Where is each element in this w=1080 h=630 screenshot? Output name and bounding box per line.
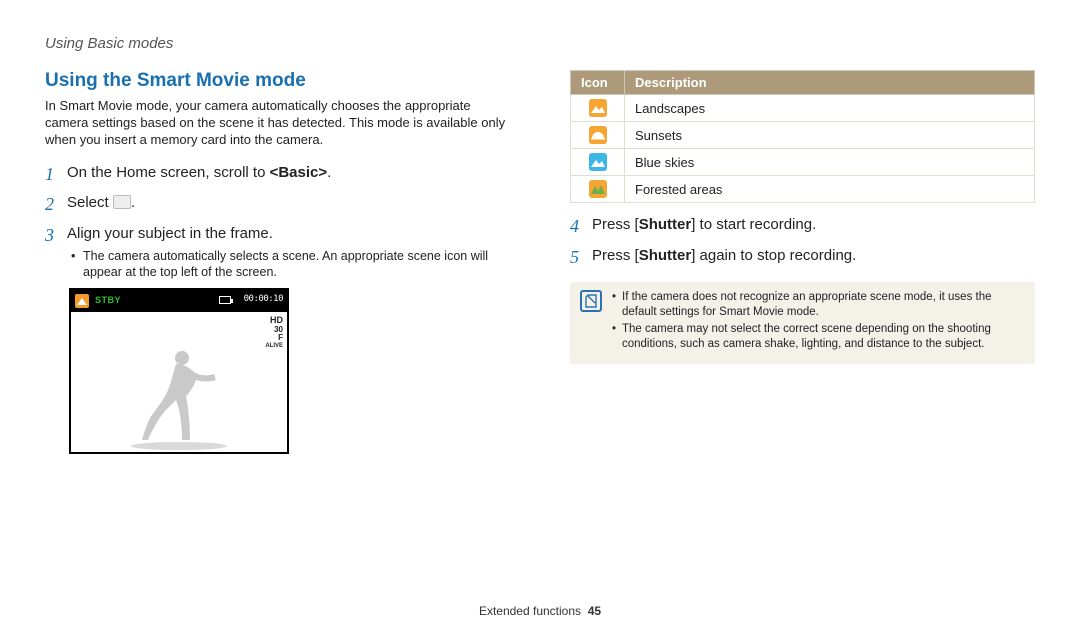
intro-paragraph: In Smart Movie mode, your camera automat…	[45, 98, 510, 149]
table-head-icon: Icon	[571, 71, 625, 95]
two-column-layout: Using the Smart Movie mode In Smart Movi…	[45, 70, 1035, 454]
left-column: Using the Smart Movie mode In Smart Movi…	[45, 70, 510, 454]
scene-icon-table: Icon Description Landscapes	[570, 70, 1035, 203]
step-4: 4 Press [Shutter] to start recording.	[570, 215, 1035, 238]
step-text-pre: Press [	[592, 216, 639, 233]
step-subitem: The camera automatically selects a scene…	[71, 248, 510, 281]
note-list: If the camera does not recognize an appr…	[612, 290, 1025, 354]
note-icon	[580, 290, 602, 312]
step-3: 3 Align your subject in the frame. The c…	[45, 224, 510, 281]
step-text: Select .	[67, 193, 135, 216]
hd-indicator: HD 30 F ALIVE	[265, 316, 283, 349]
table-head-description: Description	[625, 71, 1035, 95]
icon-cell	[571, 176, 625, 203]
footer-section-label: Extended functions	[479, 604, 581, 618]
table-row: Sunsets	[571, 122, 1035, 149]
section-heading: Using the Smart Movie mode	[45, 70, 510, 92]
step-text-pre: Press [	[592, 247, 639, 264]
icon-cell	[571, 95, 625, 122]
scene-icon-glyph	[77, 298, 87, 305]
step-text: Press [Shutter] again to stop recording.	[592, 246, 856, 269]
step-number: 1	[45, 163, 67, 186]
step-text-post: ] again to stop recording.	[691, 247, 856, 264]
step-list-left: 1 On the Home screen, scroll to <Basic>.…	[45, 163, 510, 281]
page-footer: Extended functions 45	[0, 604, 1080, 618]
desc-cell: Blue skies	[625, 149, 1035, 176]
note-item: The camera may not select the correct sc…	[612, 322, 1025, 352]
step-text-bold: Shutter	[639, 247, 692, 264]
manual-page: Using Basic modes Using the Smart Movie …	[0, 0, 1080, 630]
table-row: Landscapes	[571, 95, 1035, 122]
step-list-right: 4 Press [Shutter] to start recording. 5 …	[570, 215, 1035, 268]
right-column: Icon Description Landscapes	[570, 70, 1035, 454]
step-text-post: .	[131, 194, 135, 211]
landscapes-icon	[589, 99, 607, 117]
step-number: 4	[570, 215, 592, 238]
preview-top-bar: STBY 00:00:10	[71, 290, 287, 312]
hd-sub: ALIVE	[265, 343, 283, 349]
desc-cell: Landscapes	[625, 95, 1035, 122]
table-row: Forested areas	[571, 176, 1035, 203]
step-text-post: .	[327, 164, 331, 181]
step-2: 2 Select .	[45, 193, 510, 216]
icon-cell	[571, 149, 625, 176]
step-text-post: ] to start recording.	[691, 216, 816, 233]
standby-label: STBY	[95, 295, 121, 305]
note-box: If the camera does not recognize an appr…	[570, 282, 1035, 364]
step-text-pre: Select	[67, 194, 113, 211]
forested-icon	[589, 180, 607, 198]
icon-cell	[571, 122, 625, 149]
record-time: 00:00:10	[244, 294, 283, 304]
step-text: On the Home screen, scroll to <Basic>.	[67, 163, 331, 186]
breadcrumb: Using Basic modes	[45, 35, 1035, 52]
battery-icon	[219, 296, 231, 304]
note-item: If the camera does not recognize an appr…	[612, 290, 1025, 320]
desc-cell: Forested areas	[625, 176, 1035, 203]
step-text: Press [Shutter] to start recording.	[592, 215, 816, 238]
step-1: 1 On the Home screen, scroll to <Basic>.	[45, 163, 510, 186]
step-text-bold: Shutter	[639, 216, 692, 233]
desc-cell: Sunsets	[625, 122, 1035, 149]
step-number: 2	[45, 193, 67, 216]
table-row: Blue skies	[571, 149, 1035, 176]
blue-skies-icon	[589, 153, 607, 171]
step-text-pre: On the Home screen, scroll to	[67, 164, 270, 181]
sunsets-icon	[589, 126, 607, 144]
step-text-main: Align your subject in the frame.	[67, 225, 273, 242]
step-text: Align your subject in the frame. The cam…	[67, 224, 510, 281]
preview-stage: HD 30 F ALIVE	[71, 312, 287, 452]
hd-sub: F	[265, 334, 283, 342]
step-number: 5	[570, 246, 592, 269]
skater-silhouette-icon	[124, 340, 234, 450]
step-sublist: The camera automatically selects a scene…	[71, 248, 510, 281]
page-number: 45	[588, 604, 601, 618]
camera-preview-illustration: STBY 00:00:10 HD 30 F ALIVE	[69, 288, 289, 454]
step-text-bold: <Basic>	[270, 164, 328, 181]
mode-select-icon	[113, 195, 131, 209]
step-5: 5 Press [Shutter] again to stop recordin…	[570, 246, 1035, 269]
step-number: 3	[45, 224, 67, 281]
